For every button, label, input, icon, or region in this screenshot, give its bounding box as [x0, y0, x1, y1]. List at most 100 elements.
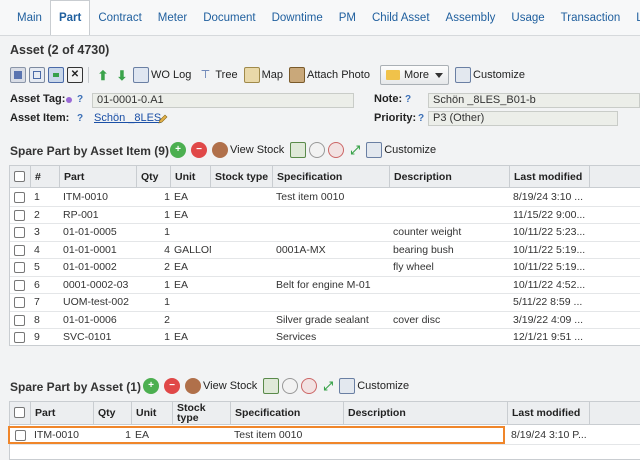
tree-label: Tree [215, 69, 238, 81]
tab-main[interactable]: Main [9, 0, 50, 35]
table-row[interactable]: 3 01-01-0005 1 counter weight 10/11/22 5:23.… [10, 224, 640, 242]
export-icon[interactable] [263, 378, 280, 394]
grid1-customize-button[interactable]: Customize [366, 142, 436, 158]
table-row[interactable]: 9 SVC-0101 1 EA Services 12/1/21 9:51 ... [10, 329, 640, 345]
remove-icon[interactable]: − [164, 378, 180, 394]
view-stock-button[interactable]: View Stock [185, 378, 257, 394]
asset-item-link[interactable]: Schön _8LES [94, 112, 161, 124]
expand-icon[interactable]: ⤢ [347, 142, 363, 158]
table-row[interactable]: 5 01-01-0002 2 EA fly wheel 10/11/22 5:19... [10, 259, 640, 277]
cell-stock [214, 329, 273, 345]
row-checkbox[interactable] [14, 297, 25, 308]
view-stock-button[interactable]: View Stock [212, 142, 284, 158]
cell-stock [214, 294, 273, 311]
arrow-up-icon[interactable]: ⬆ [95, 67, 111, 83]
cell-spec: 0001A-MX [276, 243, 326, 256]
tab-transaction[interactable]: Transaction [553, 0, 629, 35]
row-checkbox[interactable] [14, 244, 25, 256]
arrow-down-icon[interactable]: ⬇ [114, 67, 130, 83]
column-header [590, 402, 640, 424]
priority-help-icon[interactable]: ? [418, 113, 424, 124]
tab-contract[interactable]: Contract [90, 0, 149, 35]
column-header: Stock type [173, 402, 231, 424]
column-header: Specification [273, 166, 390, 187]
asset-tag-help-icon[interactable]: ? [77, 94, 83, 105]
tab-child-asset[interactable]: Child Asset [364, 0, 438, 35]
cell-n: 6 [34, 278, 40, 291]
column-header: Description [390, 166, 510, 187]
row-checkbox[interactable] [14, 209, 25, 221]
tab-meter[interactable]: Meter [150, 0, 195, 35]
row-checkbox[interactable] [14, 314, 25, 326]
export-icon[interactable] [290, 142, 307, 158]
spare-item-toolbar: + − View Stock ⤢ Customize [170, 139, 442, 161]
tab-linear[interactable]: Linear [628, 0, 640, 35]
table-row[interactable]: 7 UOM-test-002 1 5/11/22 8:59 ... [10, 294, 640, 312]
cell-stock [214, 312, 273, 329]
table-row[interactable]: 2 RP-001 1 EA 11/15/22 9:00... [10, 207, 640, 224]
tab-part[interactable]: Part [49, 0, 91, 35]
row-checkbox[interactable] [14, 262, 25, 273]
select-all-checkbox[interactable] [14, 407, 25, 418]
tab-usage[interactable]: Usage [503, 0, 552, 35]
pencil-icon[interactable] [158, 114, 168, 124]
grid2-customize-button[interactable]: Customize [339, 378, 409, 394]
select-all-header[interactable] [10, 402, 31, 424]
priority-field[interactable]: P3 (Other) [428, 111, 618, 126]
page-title: Asset (2 of 4730) [10, 43, 110, 57]
tree-button[interactable]: ⊤ Tree [197, 67, 238, 83]
delete-icon[interactable]: ✕ [67, 67, 83, 83]
remove-icon[interactable]: − [191, 142, 207, 158]
column-header: Specification [231, 402, 344, 424]
column-header: Last modified [510, 166, 590, 187]
more-dropdown[interactable]: More [379, 65, 450, 85]
search-icon[interactable] [282, 378, 299, 394]
attach-photo-label: Attach Photo [306, 69, 370, 81]
cell-qty: 1 [164, 278, 170, 291]
table-row[interactable]: 4 01-01-0001 4 GALLON 0001A-MX bearing bush 10… [10, 242, 640, 259]
tab-assembly[interactable]: Assembly [438, 0, 504, 35]
asset-item-help-icon[interactable]: ? [77, 113, 83, 124]
table-row[interactable]: 6 0001-0002-03 1 EA Belt for engine M-01 10/1… [10, 277, 640, 294]
select-all-checkbox[interactable] [14, 171, 25, 182]
cell-unit: EA [174, 261, 189, 274]
table-row[interactable]: 1 ITM-0010 1 EA Test item 0010 8/19/24 3:10 .… [10, 189, 640, 207]
table-row[interactable]: 8 01-01-0006 2 Silver grade sealant cover di… [10, 312, 640, 329]
cell-desc: counter weight [393, 226, 462, 239]
tab-pm[interactable]: PM [331, 0, 364, 35]
column-header: Unit [171, 166, 211, 187]
cell-part: 01-01-0001 [63, 243, 117, 256]
cell-part: 0001-0002-03 [63, 278, 129, 291]
wo-log-button[interactable]: WO Log [133, 67, 191, 83]
note-help-icon[interactable]: ? [405, 94, 411, 105]
search-icon[interactable] [309, 142, 326, 158]
column-header: Stock type [211, 166, 273, 187]
attach-photo-button[interactable]: Attach Photo [288, 67, 370, 83]
cell-qty: 2 [164, 261, 170, 274]
column-header: Qty [94, 402, 132, 424]
tab-downtime[interactable]: Downtime [264, 0, 331, 35]
asset-tag-field[interactable]: 01-0001-0.A1 [92, 93, 354, 108]
tab-document[interactable]: Document [195, 0, 263, 35]
row-checkbox[interactable] [14, 279, 25, 291]
note-field[interactable]: Schön _8LES_B01-b [428, 93, 640, 108]
save-icon[interactable] [48, 67, 64, 83]
cell-stock [214, 242, 273, 259]
add-icon[interactable]: + [143, 378, 159, 394]
row-checkbox[interactable] [14, 227, 25, 238]
cell-modified: 10/11/22 5:19... [513, 243, 586, 256]
zoom-out-icon[interactable] [301, 378, 318, 394]
row-checkbox[interactable] [14, 332, 25, 343]
map-button[interactable]: Map [243, 67, 283, 83]
customize-button[interactable]: Customize [455, 67, 525, 83]
copy-icon[interactable] [29, 67, 45, 83]
cell-part: 01-01-0005 [63, 226, 117, 239]
row-checkbox[interactable] [14, 192, 25, 203]
select-all-header[interactable] [10, 166, 31, 187]
zoom-out-icon[interactable] [328, 142, 345, 158]
list-icon[interactable] [10, 67, 26, 83]
expand-icon[interactable]: ⤢ [320, 378, 336, 394]
add-icon[interactable]: + [170, 142, 186, 158]
cell-modified: 11/15/22 9:00... [513, 208, 586, 221]
cell-spec [276, 259, 390, 276]
